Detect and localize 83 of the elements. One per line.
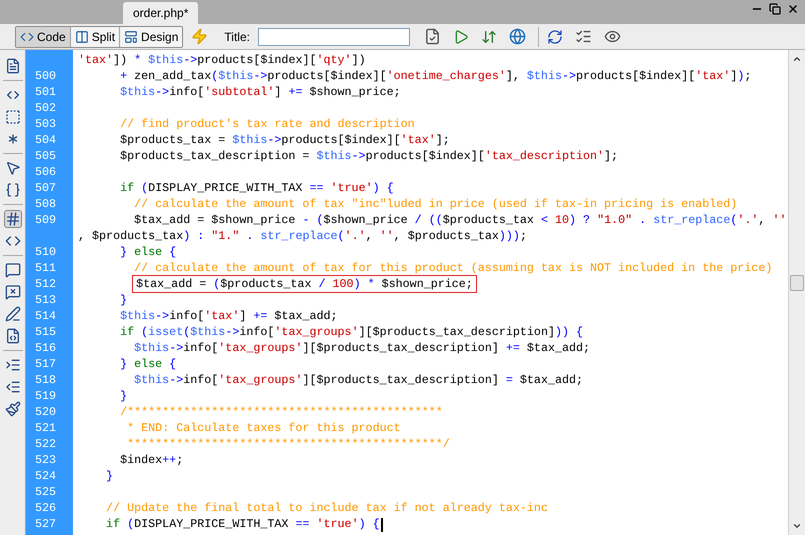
line-number: 520 xyxy=(34,404,56,422)
list-icon[interactable] xyxy=(574,28,592,45)
line-number: 518 xyxy=(34,372,56,390)
code-line: $tax_add = $shown_price - ($shown_price / (($products_tax < 10) ? "1.0" . str_replace('.', '' xyxy=(133,212,786,230)
refresh-icon[interactable] xyxy=(546,28,563,44)
file-icon[interactable] xyxy=(4,58,20,74)
line-number: 513 xyxy=(34,292,56,310)
line-number: 506 xyxy=(34,164,56,182)
line-number: 516 xyxy=(34,340,56,358)
code-line: if (DISPLAY_PRICE_WITH_TAX == 'true') { xyxy=(119,180,394,198)
code-line: $index++; xyxy=(119,452,184,470)
code-line: $this->info['subtotal'] += $shown_price; xyxy=(119,84,401,102)
line-number: 500 xyxy=(34,68,56,86)
close-icon[interactable] xyxy=(787,3,799,15)
indent-icon[interactable] xyxy=(4,357,20,373)
line-number: 525 xyxy=(34,484,56,502)
line-number: 519 xyxy=(34,388,56,406)
code-line: } xyxy=(119,388,128,406)
vertical-scrollbar[interactable] xyxy=(788,50,805,535)
scrollbar-thumb[interactable] xyxy=(790,275,804,291)
line-number: 517 xyxy=(34,356,56,374)
line-numbers-icon[interactable] xyxy=(4,211,20,227)
remove-comment-icon[interactable] xyxy=(4,284,20,300)
code-line: * END: Calculate taxes for this product xyxy=(126,420,401,438)
title-field[interactable] xyxy=(258,28,410,46)
code-line: *********************************************/ xyxy=(126,436,450,454)
code-line: // find product's tax rate and description xyxy=(119,116,415,134)
line-number: 514 xyxy=(34,308,56,326)
code-line: $this->info['tax'] += $tax_add; xyxy=(119,308,338,326)
outdent-icon[interactable] xyxy=(4,379,20,395)
line-number: 523 xyxy=(34,452,56,470)
code-line: $products_tax = $this->products[$index]['tax']; xyxy=(119,132,450,150)
code-line: $tax_add = ($products_tax / 100) * $shown_price; xyxy=(78,276,475,294)
code-line: if (isset($this->info['tax_groups'][$products_tax_description])) { xyxy=(119,324,584,342)
view-button[interactable]: Design xyxy=(120,26,182,46)
line-number: 503 xyxy=(34,116,56,134)
code-line: } xyxy=(119,292,128,310)
line-number: 515 xyxy=(34,324,56,342)
format-icon[interactable] xyxy=(4,401,20,417)
globe-icon[interactable] xyxy=(508,28,526,45)
line-number: 510 xyxy=(34,244,56,262)
restore-icon[interactable] xyxy=(769,3,781,15)
code-line: $this->info['tax_groups'][$products_tax_description] += $tax_add; xyxy=(133,340,590,358)
line-number: 524 xyxy=(34,468,56,486)
code-line: /********************************************* xyxy=(119,404,443,422)
line-number: 504 xyxy=(34,132,56,150)
code-line: // calculate the amount of tax "inc"luded in price (used if tax-in pricing is enabled) xyxy=(133,196,738,214)
comment-icon[interactable] xyxy=(4,262,20,278)
line-number: 526 xyxy=(34,500,56,518)
line-number: 511 xyxy=(34,260,56,278)
line-number: 509 xyxy=(34,212,56,230)
code-line: } else { xyxy=(119,244,176,262)
layout-icon xyxy=(124,30,138,44)
code-line: } else { xyxy=(119,356,176,374)
line-number: 508 xyxy=(34,196,56,214)
line-number: 521 xyxy=(34,420,56,438)
line-number: 501 xyxy=(34,84,56,102)
line-number: 502 xyxy=(34,100,56,118)
line-number: 507 xyxy=(34,180,56,198)
play-icon[interactable] xyxy=(452,28,469,44)
scroll-down-icon[interactable] xyxy=(792,521,802,531)
code-line: } xyxy=(105,468,114,486)
line-number: 522 xyxy=(34,436,56,454)
eye-icon[interactable] xyxy=(604,28,621,45)
code-line: if (DISPLAY_PRICE_WITH_TAX == 'true') { xyxy=(105,516,380,534)
view-button[interactable]: Split xyxy=(70,26,120,46)
line-number: 512 xyxy=(34,276,56,294)
line-number: 527 xyxy=(34,516,56,534)
code-line: // calculate the amount of tax for this product (assuming tax is NOT included in the price) xyxy=(133,260,772,278)
view-button[interactable]: Code xyxy=(16,26,71,46)
code-line: $this->info['tax_groups'][$products_tax_description] = $tax_add; xyxy=(133,372,584,390)
code-line: 'tax']) * $this->products[$index]['qty']) xyxy=(78,52,366,70)
code-line: + zen_add_tax($this->products[$index]['onetime_charges'], $this->products[$index]['tax']); xyxy=(119,68,752,86)
braces-icon[interactable] xyxy=(4,182,20,198)
transfer-icon[interactable] xyxy=(480,28,497,44)
code-line: $products_tax_description = $this->products[$index]['tax_description']; xyxy=(119,148,618,166)
document-tab[interactable]: order.php* xyxy=(123,2,198,24)
scroll-up-icon[interactable] xyxy=(792,54,802,64)
code-line: // Update the final total to include tax if not already tax-inc xyxy=(105,500,548,518)
columns-icon xyxy=(74,30,89,44)
code-line: , $products_tax) : "1." . str_replace('.', '', $products_tax))); xyxy=(78,228,527,246)
line-number: 505 xyxy=(34,148,56,166)
title-label: Title: xyxy=(224,28,250,46)
